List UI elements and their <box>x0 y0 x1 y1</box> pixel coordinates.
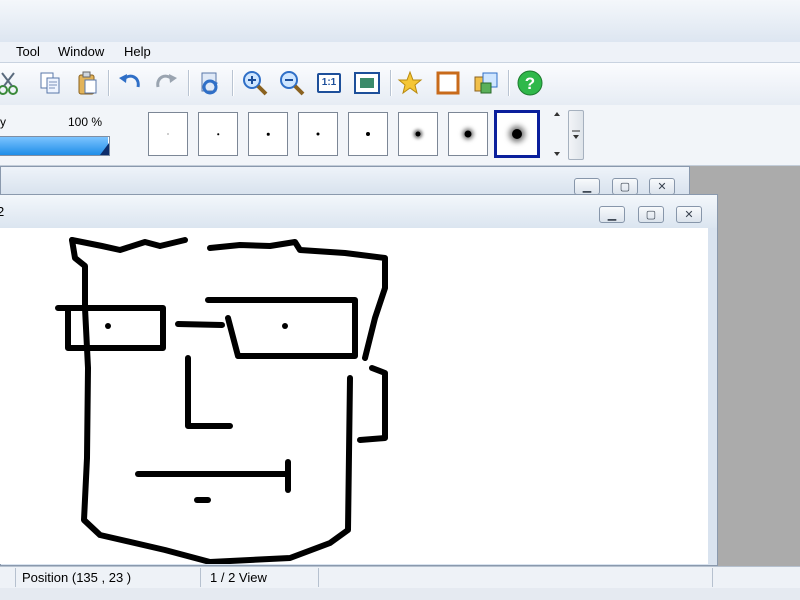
brush-preset-selected[interactable] <box>494 110 540 158</box>
drawing-canvas[interactable] <box>0 228 708 565</box>
actual-size-label: 1:1 <box>317 73 341 93</box>
actual-size-button[interactable]: 1:1 <box>315 69 343 97</box>
toolbar-separator <box>508 70 510 96</box>
frame-icon[interactable] <box>434 69 462 97</box>
brush-preset[interactable] <box>398 112 438 156</box>
toolbar: 1:1 ? <box>0 63 800 105</box>
status-separator <box>712 568 713 587</box>
rotate-icon[interactable] <box>196 69 224 97</box>
brush-preset[interactable] <box>298 112 338 156</box>
brush-preset[interactable] <box>248 112 288 156</box>
slider-handle-icon[interactable] <box>100 143 110 155</box>
brush-preset[interactable] <box>448 112 488 156</box>
status-view: 1 / 2 View <box>210 570 267 585</box>
brush-preset[interactable] <box>348 112 388 156</box>
dropdown-arrow-icon <box>572 130 580 139</box>
toolbar-separator <box>232 70 234 96</box>
layers-icon[interactable] <box>472 69 500 97</box>
menu-window[interactable]: Window <box>58 44 104 59</box>
menu-help[interactable]: Help <box>124 44 151 59</box>
svg-text:?: ? <box>525 74 535 93</box>
opacity-slider-fill <box>0 137 108 155</box>
title-bar <box>0 0 800 42</box>
undo-icon[interactable] <box>116 69 144 97</box>
minimize-button[interactable]: ▁ <box>599 206 625 223</box>
opacity-value: 100 % <box>68 115 103 129</box>
copy-icon[interactable] <box>36 69 64 97</box>
brush-dot-icon <box>366 132 370 136</box>
window-title: 2 <box>0 204 5 219</box>
brush-dot-icon <box>167 133 169 135</box>
star-icon[interactable] <box>396 69 424 97</box>
maximize-button[interactable]: ▢ <box>638 206 664 223</box>
status-position: Position (135 , 23 ) <box>22 570 132 585</box>
status-separator <box>318 568 319 587</box>
front-window-titlebar[interactable]: 2 ▁ ▢ ✕ <box>0 195 717 228</box>
brush-dot-icon <box>217 133 219 135</box>
zoom-out-icon[interactable] <box>278 69 306 97</box>
cut-icon[interactable] <box>0 69 22 97</box>
brush-dot-icon <box>266 132 270 136</box>
window-border <box>708 228 717 564</box>
close-button[interactable]: ✕ <box>649 178 675 195</box>
brush-preset[interactable] <box>198 112 238 156</box>
brush-scroll-button[interactable] <box>568 110 584 160</box>
help-icon[interactable]: ? <box>516 69 544 97</box>
menu-bar: Tool Window Help <box>0 42 800 63</box>
zoom-in-icon[interactable] <box>241 69 269 97</box>
status-separator <box>200 568 201 587</box>
menu-tool[interactable]: Tool <box>16 44 40 59</box>
toolbar-separator <box>108 70 110 96</box>
brush-preset[interactable] <box>148 112 188 156</box>
close-button[interactable]: ✕ <box>676 206 702 223</box>
paste-icon[interactable] <box>74 69 102 97</box>
opacity-label: y <box>0 115 6 129</box>
brush-dot-icon <box>512 129 522 139</box>
maximize-button[interactable]: ▢ <box>612 178 638 195</box>
minimize-button[interactable]: ▁ <box>574 178 600 195</box>
brush-spin[interactable] <box>549 108 565 160</box>
spin-arrows-icon[interactable] <box>549 108 565 160</box>
window-bottom-edge <box>0 588 800 600</box>
face-drawing <box>55 237 388 565</box>
back-document-window[interactable]: ▁ ▢ ✕ <box>0 166 690 196</box>
fit-window-icon[interactable] <box>353 69 381 97</box>
toolbar-separator <box>390 70 392 96</box>
toolbar-separator <box>188 70 190 96</box>
status-separator <box>15 568 16 587</box>
brush-dot-icon <box>415 131 421 137</box>
brush-dot-icon <box>464 130 472 138</box>
redo-icon[interactable] <box>152 69 180 97</box>
brush-dot-icon <box>316 132 320 136</box>
